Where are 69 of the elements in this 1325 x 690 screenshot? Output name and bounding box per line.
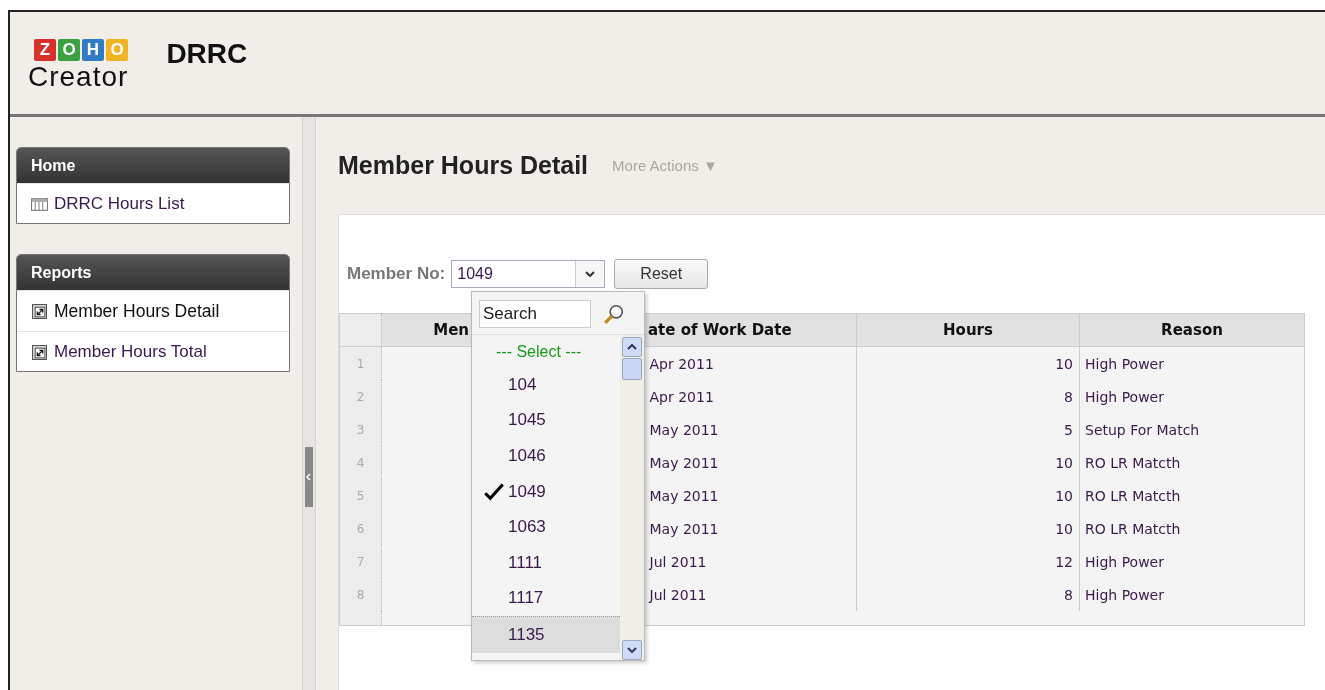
sidebar-item[interactable]: Member Hours Total bbox=[17, 331, 289, 371]
table-cell: May 2011 bbox=[649, 454, 719, 471]
logo-text: Creator bbox=[28, 61, 129, 93]
table-cell: RO LR Matcth bbox=[1085, 454, 1181, 471]
table-cell: Apr 2011 bbox=[649, 388, 714, 405]
table-cell: 5 bbox=[1064, 421, 1073, 438]
dropdown-option[interactable]: 1046 bbox=[472, 438, 620, 474]
scroll-thumb[interactable] bbox=[622, 358, 642, 380]
dropdown-option[interactable]: 1049 bbox=[472, 473, 620, 510]
search-field[interactable]: Search bbox=[479, 300, 591, 328]
row-number: 8 bbox=[356, 587, 365, 602]
app-name: DRRC bbox=[166, 38, 248, 70]
scroll-down-icon[interactable] bbox=[627, 647, 637, 653]
table-cell: 10 bbox=[1055, 355, 1073, 372]
logo-letter: O bbox=[106, 39, 128, 61]
sidebar-item[interactable]: Member Hours Detail bbox=[17, 290, 289, 331]
table-cell: High Power bbox=[1085, 553, 1164, 570]
report-icon bbox=[31, 304, 48, 319]
panel-title: Home bbox=[17, 148, 289, 183]
column-header[interactable]: Hours bbox=[856, 313, 1080, 347]
filter-label: Member No: bbox=[347, 264, 446, 284]
table-cell: 10 bbox=[1055, 520, 1073, 537]
member-select[interactable]: 1049 bbox=[451, 260, 606, 288]
logo-letter: H bbox=[82, 39, 104, 61]
table-cell: Jul 2011 bbox=[649, 586, 707, 603]
table-cell: Jul 2011 bbox=[649, 553, 707, 570]
table-icon bbox=[31, 196, 48, 212]
collapse-handle-icon[interactable] bbox=[305, 447, 313, 507]
column-header[interactable]: Men bbox=[381, 313, 472, 347]
table-cell: May 2011 bbox=[649, 520, 719, 537]
panel-title: Reports bbox=[17, 255, 289, 290]
row-number: 4 bbox=[356, 455, 365, 470]
table-cell: Apr 2011 bbox=[649, 355, 714, 372]
logo-letter: O bbox=[58, 39, 80, 61]
scrollbar[interactable] bbox=[620, 335, 644, 660]
row-number: 1 bbox=[356, 356, 365, 371]
table-cell: High Power bbox=[1085, 388, 1164, 405]
page-title: Member Hours Detail bbox=[338, 151, 589, 180]
table-cell: 8 bbox=[1064, 388, 1073, 405]
row-number: 5 bbox=[356, 488, 365, 503]
row-number: 3 bbox=[356, 422, 365, 437]
table-cell: 10 bbox=[1055, 454, 1073, 471]
table-cell: May 2011 bbox=[649, 421, 719, 438]
logo-letter: Z bbox=[34, 39, 56, 61]
dropdown-option[interactable]: 1045 bbox=[472, 402, 620, 439]
column-header[interactable]: Reason bbox=[1079, 313, 1305, 347]
dropdown-option[interactable]: 1135 bbox=[472, 616, 620, 653]
table-cell: High Power bbox=[1085, 586, 1164, 603]
table-cell: 12 bbox=[1055, 553, 1073, 570]
sidebar-item[interactable]: DRRC Hours List bbox=[17, 183, 289, 223]
table-cell: RO LR Matcth bbox=[1085, 520, 1181, 537]
scroll-up-icon[interactable] bbox=[627, 344, 637, 350]
table-cell: 10 bbox=[1055, 487, 1073, 504]
report-icon bbox=[31, 344, 48, 360]
search-icon[interactable] bbox=[603, 303, 625, 325]
dropdown-option[interactable]: 1063 bbox=[472, 509, 620, 545]
row-number: 6 bbox=[356, 521, 365, 536]
table-cell: High Power bbox=[1085, 355, 1164, 372]
table-cell: May 2011 bbox=[649, 487, 719, 504]
table-cell: 8 bbox=[1064, 586, 1073, 603]
table-cell: Setup For Match bbox=[1085, 421, 1200, 438]
dropdown-option[interactable]: 1111 bbox=[472, 544, 620, 581]
row-number: 2 bbox=[356, 389, 365, 404]
reset-button[interactable]: Reset bbox=[614, 259, 709, 289]
dropdown-option[interactable]: 1117 bbox=[472, 580, 620, 617]
row-number: 7 bbox=[356, 554, 365, 569]
table-cell: RO LR Matcth bbox=[1085, 487, 1181, 504]
dropdown-option[interactable]: 104 bbox=[472, 367, 620, 403]
chevron-down-icon[interactable] bbox=[585, 271, 596, 277]
